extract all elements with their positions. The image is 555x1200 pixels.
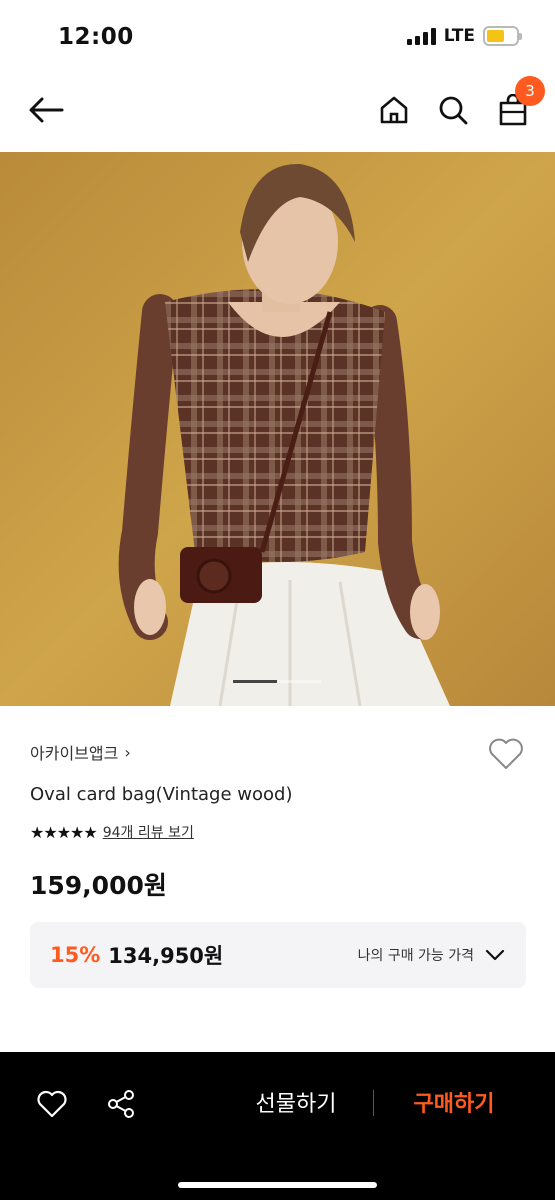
review-link[interactable]: 94개 리뷰 보기 — [103, 822, 194, 842]
home-indicator — [178, 1182, 377, 1188]
product-name: Oval card bag(Vintage wood) — [30, 784, 293, 805]
back-button[interactable] — [26, 90, 66, 130]
home-button[interactable] — [374, 90, 414, 130]
like-button[interactable] — [32, 1084, 72, 1124]
network-label: LTE — [443, 26, 475, 46]
discount-price-box[interactable]: 15% 134,950원 나의 구매 가능 가격 — [30, 922, 526, 988]
top-nav: 3 — [0, 72, 555, 152]
discount-price: 134,950원 — [108, 944, 224, 968]
carousel-indicator — [233, 680, 321, 683]
discount-label: 나의 구매 가능 가격 — [357, 948, 474, 964]
brand-name: 아카이브앱크 — [30, 744, 119, 763]
buy-button[interactable]: 구매하기 — [398, 1086, 510, 1122]
rating-row: ★★★★★ 94개 리뷰 보기 — [30, 822, 194, 842]
brand-link[interactable]: 아카이브앱크 › — [30, 740, 131, 764]
chevron-down-icon[interactable] — [484, 944, 506, 966]
status-time: 12:00 — [58, 24, 134, 50]
carousel-indicator-active — [233, 680, 277, 683]
bottom-action-bar: 선물하기 구매하기 — [0, 1052, 555, 1200]
status-indicators: LTE — [406, 26, 522, 46]
star-rating: ★★★★★ — [30, 822, 98, 842]
status-bar: 12:00 LTE — [0, 0, 555, 72]
battery-icon — [483, 26, 522, 46]
home-icon — [380, 96, 408, 124]
chevron-right-icon: › — [124, 742, 131, 762]
wishlist-button[interactable] — [486, 734, 526, 774]
product-image-carousel[interactable] — [0, 152, 555, 706]
divider — [373, 1090, 374, 1116]
signal-icon — [406, 27, 436, 45]
cart-button[interactable]: 3 — [493, 76, 545, 130]
heart-outline-icon — [489, 738, 523, 769]
share-icon — [108, 1090, 134, 1118]
search-button[interactable] — [433, 90, 473, 130]
product-photo — [0, 152, 555, 706]
share-button[interactable] — [101, 1084, 141, 1124]
product-price: 159,000원 — [30, 871, 167, 900]
arrow-left-icon — [29, 97, 64, 123]
heart-outline-icon — [37, 1090, 67, 1118]
cart-count-badge: 3 — [515, 76, 545, 106]
discount-percent: 15% — [50, 943, 101, 967]
gift-button[interactable]: 선물하기 — [240, 1086, 352, 1122]
search-icon — [439, 96, 468, 125]
